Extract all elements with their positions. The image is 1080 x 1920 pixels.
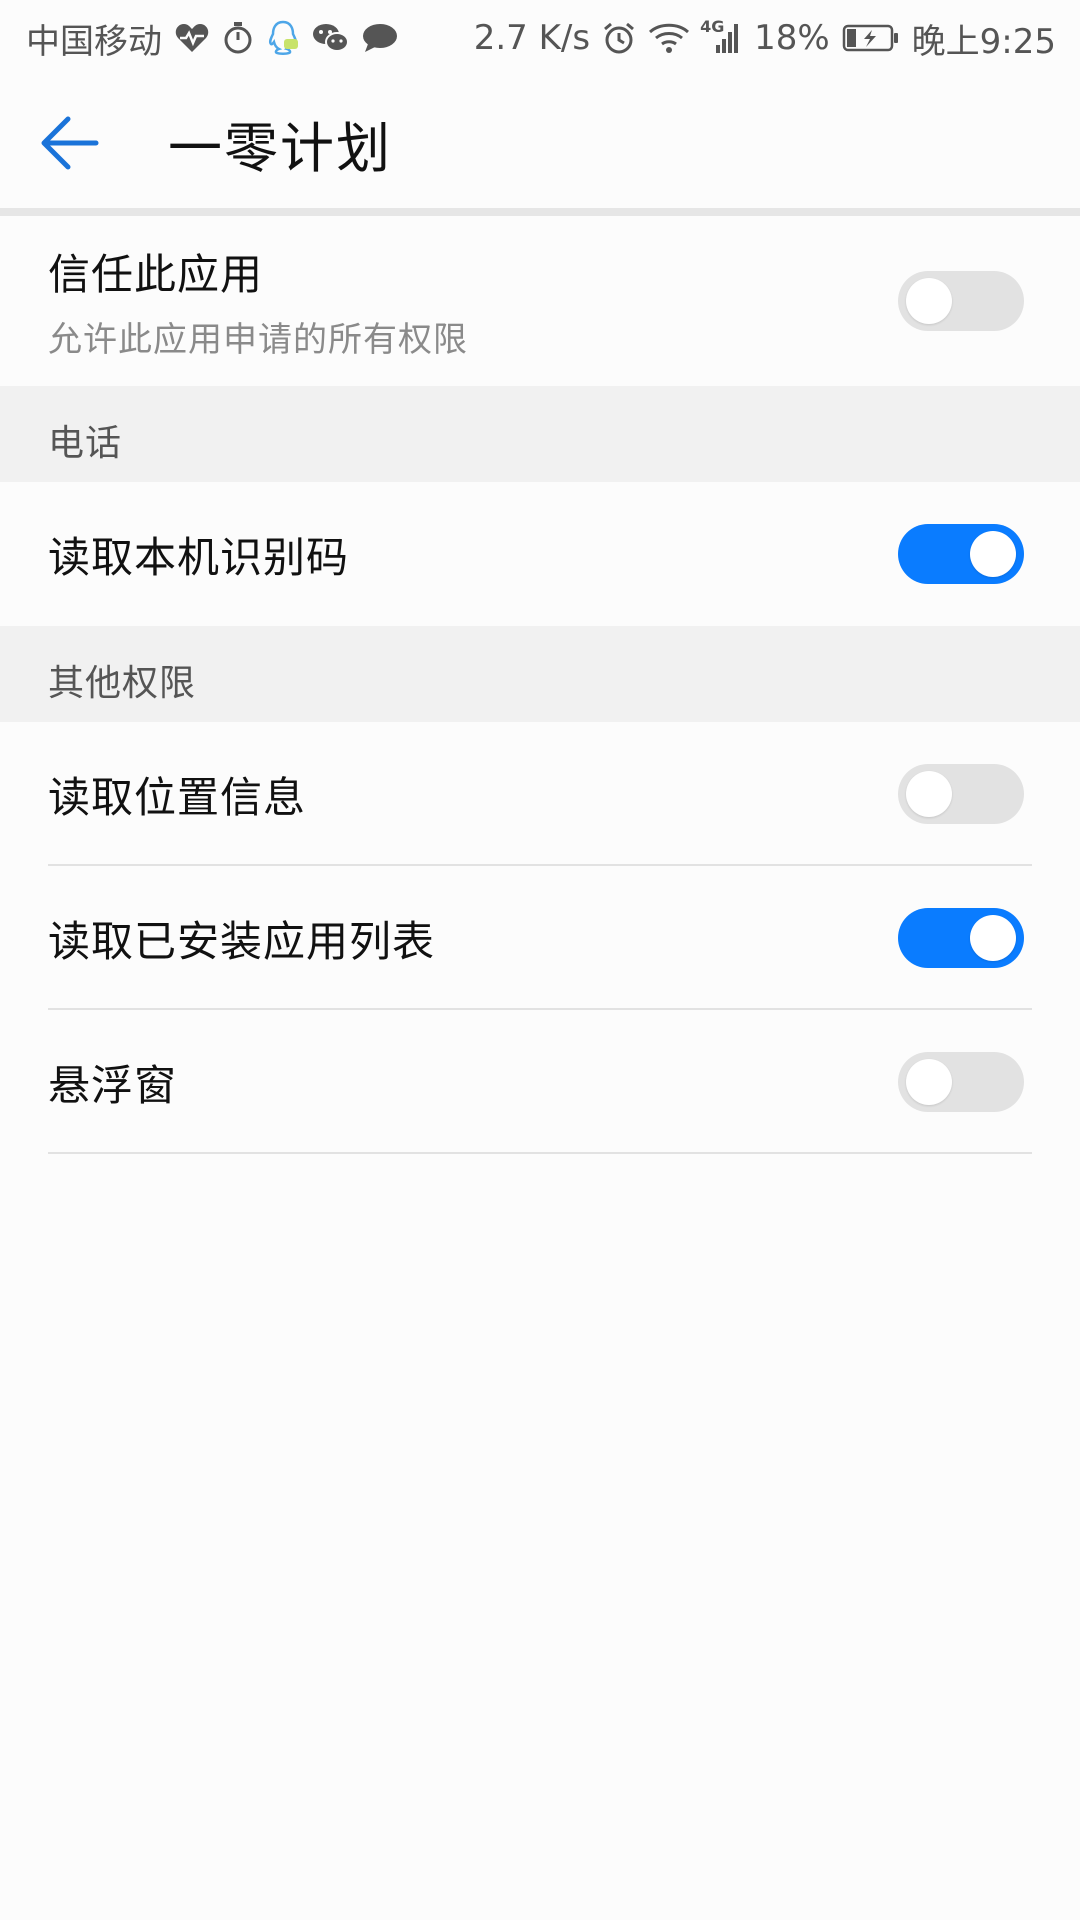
app-bar: 一零计划	[0, 76, 1080, 210]
wifi-icon	[648, 22, 690, 54]
trust-app-toggle[interactable]	[898, 271, 1024, 331]
permission-row-installed-apps[interactable]: 读取已安装应用列表	[0, 866, 1080, 1010]
permission-row-device-id[interactable]: 读取本机识别码	[0, 482, 1080, 626]
permission-label: 悬浮窗	[48, 1060, 178, 1110]
toggle-knob	[906, 771, 952, 817]
wechat-icon	[312, 22, 350, 54]
row-divider	[48, 1152, 1032, 1154]
permission-label: 读取本机识别码	[48, 532, 350, 582]
toggle-knob	[970, 915, 1016, 961]
clock: 晚上9:25	[911, 21, 1056, 62]
battery-percent: 18%	[754, 18, 830, 58]
trust-app-row[interactable]: 信任此应用 允许此应用申请的所有权限	[0, 216, 1080, 386]
trust-app-texts: 信任此应用 允许此应用申请的所有权限	[48, 241, 468, 361]
permission-label: 读取已安装应用列表	[48, 916, 436, 966]
message-bubble-icon	[362, 22, 398, 54]
alarm-icon	[602, 21, 636, 55]
status-bar-right: 2.7 K/s 4G 18% 晚上9:25	[474, 14, 1056, 63]
app-bar-divider	[0, 208, 1080, 216]
page-title: 一零计划	[168, 116, 392, 180]
net-speed: 2.7 K/s	[473, 18, 591, 58]
trust-app-subtitle: 允许此应用申请的所有权限	[48, 320, 468, 360]
arrow-left-icon	[40, 115, 100, 171]
signal-icon: 4G	[700, 17, 742, 55]
heartbeat-icon	[174, 22, 210, 54]
permissions-list: 信任此应用 允许此应用申请的所有权限 电话 读取本机识别码 其他权限 读取位置信…	[0, 216, 1080, 1154]
permission-label: 读取位置信息	[48, 772, 307, 822]
network-type-label: 4G	[700, 17, 725, 36]
status-bar-left: 中国移动	[26, 14, 398, 63]
qq-icon	[266, 19, 300, 57]
trust-app-title: 信任此应用	[48, 250, 264, 299]
toggle-knob	[906, 278, 952, 324]
back-button[interactable]	[40, 93, 160, 193]
battery-charging-icon	[842, 23, 900, 53]
section-header-phone: 电话	[0, 386, 1080, 482]
permission-row-location[interactable]: 读取位置信息	[0, 722, 1080, 866]
floating-window-toggle[interactable]	[898, 1052, 1024, 1112]
toggle-knob	[906, 1059, 952, 1105]
carrier-label: 中国移动	[26, 21, 162, 62]
device-id-toggle[interactable]	[898, 524, 1024, 584]
status-bar: 中国移动 2.7 K/s 4G 18% 晚上9:25	[0, 0, 1080, 76]
installed-apps-toggle[interactable]	[898, 908, 1024, 968]
toggle-knob	[970, 531, 1016, 577]
location-toggle[interactable]	[898, 764, 1024, 824]
section-header-other: 其他权限	[0, 626, 1080, 722]
stopwatch-icon	[222, 21, 254, 55]
permission-row-floating-window[interactable]: 悬浮窗	[0, 1010, 1080, 1154]
